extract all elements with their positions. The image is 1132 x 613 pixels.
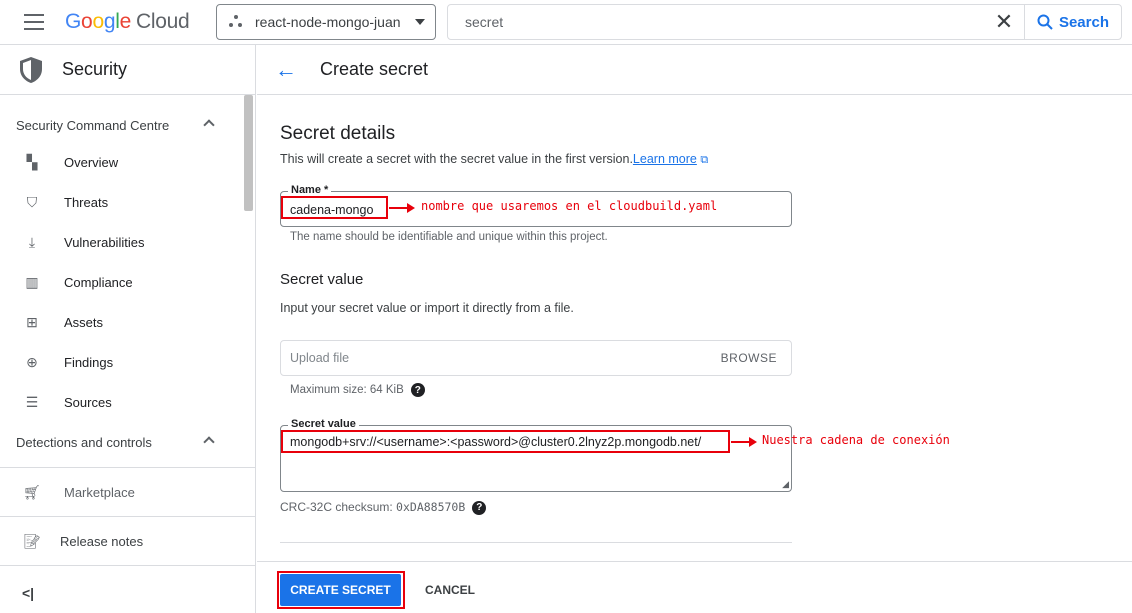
name-hint: The name should be identifiable and uniq… [290,231,608,243]
collapse-sidebar-icon[interactable]: <| [22,585,34,601]
page-title: Create secret [320,59,429,79]
secret-value-label: Secret value [288,418,359,430]
footer-actions: CREATE SECRET CANCEL [257,561,1132,613]
google-cloud-logo[interactable]: Google Cloud [65,10,190,34]
notes-icon: 📝︎ [23,532,41,549]
sidebar-header: Security [0,45,255,95]
globe-search-icon: ⊕ [26,353,38,370]
section-heading: Secret details [280,123,396,144]
annotation-arrow-name [389,203,415,213]
sidebar-item-threats[interactable]: ⛉ Threats [0,182,255,222]
sidebar-item-findings[interactable]: ⊕ Findings [0,342,255,382]
search-button-label: Search [1058,13,1109,31]
upload-placeholder: Upload file [290,351,350,365]
annotation-value-note: Nuestra cadena de conexión [762,433,950,447]
search-button[interactable]: Search [1023,5,1121,39]
sidebar-item-vulnerabilities[interactable]: ⤓ Vulnerabilities [0,222,255,262]
project-icon [229,15,243,29]
annotation-arrow-value [731,437,757,447]
sidebar-item-assets[interactable]: ⊞ Assets [0,302,255,342]
sidebar-item-compliance[interactable]: ▥ Compliance [0,262,255,302]
annotation-box-name [281,196,388,219]
help-icon[interactable]: ? [472,500,487,515]
secret-value-description: Input your secret value or import it dir… [280,301,574,315]
shield-icon: ⛉ [26,193,38,210]
checksum: CRC-32C checksum: 0xDA88570B? [280,500,487,515]
sidebar-title: Security [62,59,128,79]
learn-more-link[interactable]: Learn more [633,152,697,166]
overview-icon: ▚ [26,153,38,170]
create-secret-button[interactable]: CREATE SECRET [280,574,401,606]
checksum-value: 0xDA88570B [396,500,466,514]
close-icon[interactable]: ✕ [984,5,1024,39]
search-bar: secret ✕ Search [447,4,1122,40]
caret-down-icon [415,19,425,25]
page-header: ← Create secret [257,45,1132,95]
top-bar: Google Cloud react-node-mongo-juan secret… [0,0,1132,45]
help-icon[interactable]: ? [410,383,425,397]
sidebar-item-release-notes[interactable]: 📝︎ Release notes [0,517,255,565]
max-size-hint: Maximum size: 64 KiB? [290,383,425,397]
hierarchy-icon: ⊞ [26,313,38,330]
back-arrow-icon[interactable]: ← [275,57,297,83]
browse-button[interactable]: BROWSE [721,351,777,365]
project-name: react-node-mongo-juan [255,14,401,30]
sidebar-item-marketplace[interactable]: 🛒︎ Marketplace [0,468,255,516]
bar-chart-icon: ▥ [25,273,39,290]
sidebar-section-detections[interactable]: Detections and controls [0,422,255,462]
sidebar: Security Security Command Centre ▚ Overvi… [0,45,256,613]
menu-icon[interactable] [24,14,44,30]
name-label: Name * [288,184,332,196]
section-description: This will create a secret with the secre… [280,152,709,166]
annotation-name-note: nombre que usaremos en el cloudbuild.yam… [421,199,718,213]
divider [280,542,792,543]
cart-icon: 🛒︎ [23,483,41,500]
chevron-up-icon [203,436,215,448]
resize-handle-icon[interactable]: ◢ [782,479,789,490]
sidebar-scrollbar[interactable] [244,95,253,211]
shield-icon [20,56,42,83]
search-input[interactable]: secret [448,14,984,30]
external-link-icon: ⧉ [700,154,709,166]
download-icon: ⤓ [28,233,36,250]
upload-file-field[interactable]: Upload file BROWSE [280,340,792,376]
annotation-box-value [281,430,730,453]
cancel-button[interactable]: CANCEL [417,574,483,606]
list-icon: ☰ [25,393,39,410]
search-icon [1037,14,1053,30]
sidebar-item-sources[interactable]: ☰ Sources [0,382,255,422]
chevron-up-icon [203,119,215,131]
project-picker[interactable]: react-node-mongo-juan [216,4,436,40]
secret-value-heading: Secret value [280,271,364,288]
sidebar-section-scc[interactable]: Security Command Centre [0,95,255,155]
